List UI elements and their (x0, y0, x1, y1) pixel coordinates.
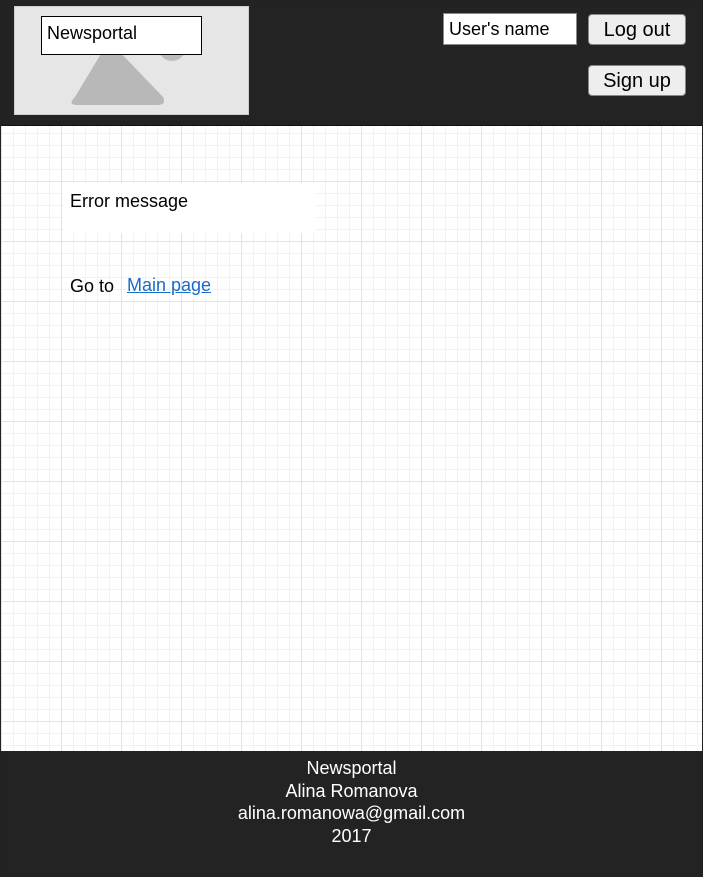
site-title[interactable]: Newsportal (41, 16, 202, 55)
footer-email: alina.romanowa@gmail.com (237, 803, 466, 824)
user-name-field[interactable]: User's name (443, 13, 577, 45)
footer-year: 2017 (331, 825, 372, 846)
footer-author: Alina Romanova (285, 780, 418, 801)
signup-button[interactable]: Sign up (588, 65, 686, 96)
error-message: Error message (63, 183, 315, 233)
logout-button[interactable]: Log out (588, 14, 686, 45)
footer: Newsportal Alina Romanova alina.romanowa… (1, 751, 702, 876)
main-page-link[interactable]: Main page (127, 275, 211, 296)
header: Newsportal User's name Log out Sign up (1, 1, 702, 126)
page: Newsportal User's name Log out Sign up E… (0, 0, 703, 877)
goto-label: Go to (70, 276, 115, 296)
footer-site-name: Newsportal (306, 758, 397, 778)
